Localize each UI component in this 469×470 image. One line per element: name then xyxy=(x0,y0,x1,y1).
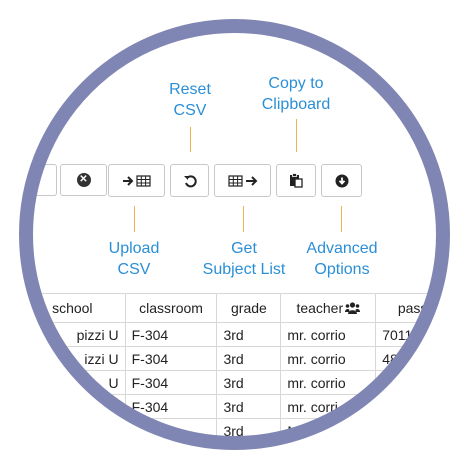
column-header-school[interactable]: school xyxy=(19,293,126,323)
copy-callout: Copy to Clipboard xyxy=(254,73,338,115)
callout-line: Upload xyxy=(108,240,160,257)
reset-csv-callout: Reset CSV xyxy=(167,79,213,121)
cell-teacher[interactable]: mr. corrio xyxy=(280,346,377,371)
advanced-leader-line xyxy=(341,206,342,232)
table-row[interactable]: U F-304 3rd mr. corrio xyxy=(19,370,450,395)
table-row[interactable]: pizzi U F-304 3rd mr. corrio 7011 xyxy=(19,322,450,347)
column-header-classroom[interactable]: classroom xyxy=(124,293,218,323)
cell-school[interactable]: izzi U xyxy=(19,346,126,371)
column-header-grade[interactable]: grade xyxy=(216,293,282,323)
cell-pass[interactable] xyxy=(375,394,450,419)
cell-classroom[interactable]: F-304 xyxy=(124,370,218,395)
cell-teacher[interactable]: mr. corrio xyxy=(280,322,377,347)
cell-grade[interactable]: 3rd xyxy=(216,370,282,395)
cell-grade[interactable]: 3rd xyxy=(216,346,282,371)
callout-line: CSV xyxy=(117,261,151,278)
times-circle-icon: ✕ xyxy=(76,173,91,187)
cell-school[interactable]: U xyxy=(19,370,126,395)
cell-grade[interactable]: 3rd xyxy=(216,394,282,419)
circle-chevron-down-icon xyxy=(335,174,348,187)
advanced-callout: Advanced Options xyxy=(302,238,382,280)
column-header-teacher[interactable]: teacher xyxy=(280,293,377,323)
cell-grade[interactable]: 3rd xyxy=(216,418,282,443)
search-input[interactable] xyxy=(19,164,57,196)
copy-to-clipboard-button[interactable] xyxy=(276,164,316,197)
table-row[interactable]: 3rd M xyxy=(19,418,450,443)
cell-pass[interactable] xyxy=(375,418,450,443)
cell-pass[interactable]: 48 xyxy=(375,346,450,371)
reset-csv-button[interactable] xyxy=(170,164,209,197)
callout-line: Clipboard xyxy=(261,96,331,113)
callout-line: Reset xyxy=(169,81,211,98)
table-header-row: school classroom grade teacher pass xyxy=(19,293,450,323)
get-subject-list-button[interactable] xyxy=(214,164,271,197)
upload-leader-line xyxy=(134,206,135,232)
cell-school[interactable] xyxy=(19,418,126,443)
cell-classroom[interactable]: F-304 xyxy=(124,394,218,419)
clear-search-button[interactable]: ✕ xyxy=(60,164,107,196)
subject-list-callout: Get Subject List xyxy=(199,238,289,280)
cell-teacher[interactable]: mr. corri xyxy=(280,394,377,419)
callout-line: Get xyxy=(231,240,257,257)
cell-teacher[interactable]: M xyxy=(280,418,377,443)
column-header-teacher-label: teacher xyxy=(296,300,344,316)
callout-line: CSV xyxy=(173,102,207,119)
cell-classroom[interactable] xyxy=(124,418,218,443)
cell-school[interactable] xyxy=(19,394,126,419)
cell-teacher[interactable]: mr. corrio xyxy=(280,370,377,395)
callout-line: Subject List xyxy=(202,261,286,278)
table-row[interactable]: F-304 3rd mr. corri xyxy=(19,394,450,419)
cell-grade[interactable]: 3rd xyxy=(216,322,282,347)
callout-line: Options xyxy=(314,261,370,278)
undo-icon xyxy=(183,174,197,187)
copy-leader-line xyxy=(296,119,297,152)
cell-pass[interactable] xyxy=(375,370,450,395)
subjects-table: school classroom grade teacher pass pizz… xyxy=(19,293,450,443)
reset-leader-line xyxy=(190,127,191,152)
cell-classroom[interactable]: F-304 xyxy=(124,322,218,347)
callout-line: Advanced xyxy=(306,240,378,257)
cell-pass[interactable]: 7011 xyxy=(375,322,450,347)
table-row[interactable]: izzi U F-304 3rd mr. corrio 48 xyxy=(19,346,450,371)
table-arrow-right-icon xyxy=(227,174,257,187)
callout-line: Copy to xyxy=(268,75,324,92)
clipboard-icon xyxy=(290,173,303,188)
upload-callout: Upload CSV xyxy=(106,238,162,280)
advanced-options-button[interactable] xyxy=(321,164,362,197)
column-header-pass[interactable]: pass xyxy=(375,293,450,323)
arrow-right-table-icon xyxy=(122,174,151,187)
subject-list-leader-line xyxy=(243,206,244,232)
users-icon xyxy=(345,302,361,314)
upload-csv-button[interactable] xyxy=(108,164,165,197)
magnifier-lens: Reset CSV Copy to Clipboard Upload CSV G… xyxy=(19,19,450,450)
cell-school[interactable]: pizzi U xyxy=(19,322,126,347)
cell-classroom[interactable]: F-304 xyxy=(124,346,218,371)
